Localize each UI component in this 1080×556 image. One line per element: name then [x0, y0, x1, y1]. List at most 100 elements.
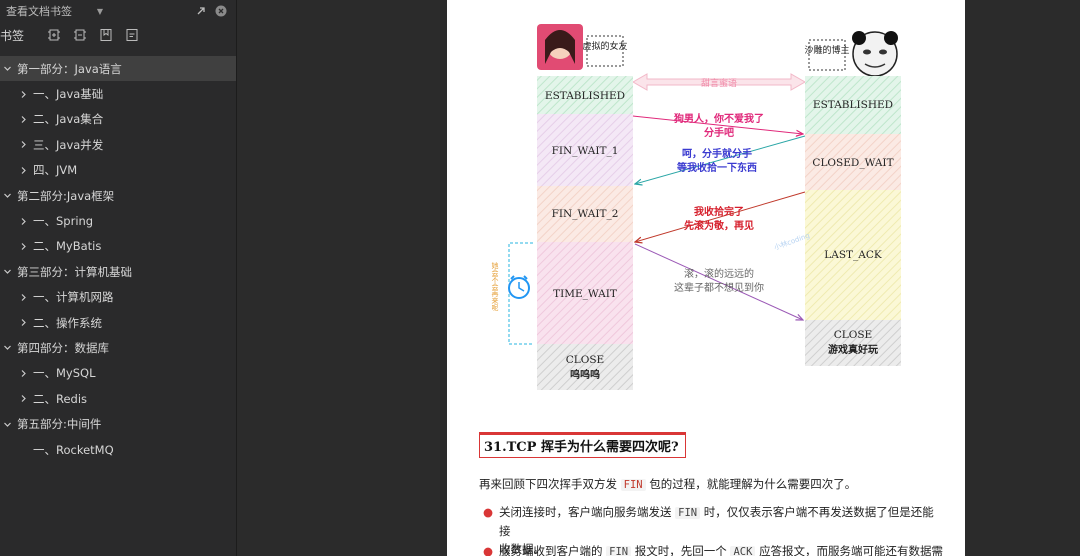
girlfriend-avatar: [537, 24, 583, 70]
bookmark-item[interactable]: 一、Java基础: [0, 81, 236, 106]
intro-text: 再来回顾下四次挥手双方发: [479, 477, 617, 491]
message-4-line2: 这辈子都不想见到你: [674, 281, 764, 294]
bookmark-item[interactable]: 一、RocketMQ: [0, 437, 236, 462]
bookmark-label: 第一部分：Java语言: [17, 61, 122, 76]
girlfriend-caption: 虚拟的女友: [582, 40, 627, 52]
bookmark-label: 第五部分:中间件: [17, 417, 102, 432]
bookmark-sidebar: 查看文档书签 ▼ 书签 第一部分：Java语言 一、Java基础 二、Java集…: [0, 0, 237, 556]
state-last-ack: LAST_ACK: [824, 249, 882, 261]
bookmark-item[interactable]: 第二部分:Java框架: [0, 183, 236, 208]
wait-note: 她会不会再来呢: [491, 261, 499, 312]
channel-arrow: 甜言蜜语: [631, 73, 807, 91]
state-close-right-note: 游戏真好玩: [828, 343, 878, 356]
bookmark-label: 二、操作系统: [33, 315, 102, 330]
bookmark-item[interactable]: 一、计算机网路: [0, 285, 236, 310]
message-2-line2: 等我收拾一下东西: [677, 161, 757, 174]
bookmark-label: 一、Spring: [33, 214, 94, 229]
intro-text: 包的过程，就能理解为什么需要四次了。: [649, 477, 857, 491]
state-fin-wait-2: FIN_WAIT_2: [552, 208, 619, 220]
bookmark-item[interactable]: 第四部分：数据库: [0, 335, 236, 360]
bookmark-label: 一、MySQL: [33, 366, 96, 381]
bookmark-item[interactable]: 二、MyBatis: [0, 234, 236, 259]
bullet-text: 报文时，先回一个: [634, 544, 727, 556]
section-heading: 31.TCP 挥手为什么需要四次呢?: [479, 432, 686, 458]
bullet-dot: ●: [483, 505, 494, 519]
state-close-left: CLOSE: [566, 354, 604, 366]
chevron-down-icon[interactable]: [2, 64, 12, 74]
chevron-right-icon[interactable]: [18, 89, 28, 99]
bullet-text: 关闭连接时，客户端向服务端发送: [499, 505, 672, 519]
bookmark-item[interactable]: 第三部分：计算机基础: [0, 259, 236, 284]
message-1-line2: 分手吧: [704, 126, 734, 139]
chevron-right-icon[interactable]: [18, 140, 28, 150]
message-3-line1: 我收拾完了: [694, 205, 744, 218]
time-wait-bracket: 她会不会再来呢: [491, 242, 533, 345]
message-4-line1: 滚，滚的远远的: [684, 267, 754, 280]
bookmark-label: 一、RocketMQ: [33, 442, 114, 457]
bookmark-item[interactable]: 二、Java集合: [0, 107, 236, 132]
chevron-right-icon[interactable]: [18, 165, 28, 175]
state-fin-wait-1: FIN_WAIT_1: [552, 145, 619, 157]
chevron-down-icon[interactable]: [2, 419, 12, 429]
chevron-down-icon[interactable]: ▼: [97, 7, 103, 16]
chevron-right-icon[interactable]: [18, 241, 28, 251]
bookmark-label: 第二部分:Java框架: [17, 188, 115, 203]
bookmark-item[interactable]: 第一部分：Java语言: [0, 56, 236, 82]
chevron-right-icon[interactable]: [18, 292, 28, 302]
collapse-all-icon[interactable]: [72, 27, 88, 43]
state-close-right: CLOSE: [834, 329, 872, 341]
bookmark-label: 第三部分：计算机基础: [17, 264, 132, 279]
bullet-text: 应答报文，而服务端可能还有数据需: [759, 544, 944, 556]
bullet-item: ● 服务端收到客户端的 FIN 报文时，先回一个 ACK 应答报文，而服务端可能…: [483, 542, 943, 556]
chevron-right-icon[interactable]: [18, 216, 28, 226]
bookmark-label: 一、Java基础: [33, 87, 104, 102]
bookmark-tree: 第一部分：Java语言 一、Java基础 二、Java集合 三、Java并发 四…: [0, 56, 236, 462]
right-state-column: ESTABLISHED CLOSED_WAIT LAST_ACK CLOSE 游…: [805, 76, 901, 366]
external-window-icon[interactable]: [194, 4, 208, 18]
bookmark-item[interactable]: 第五部分:中间件: [0, 411, 236, 436]
channel-label: 甜言蜜语: [701, 77, 737, 89]
chevron-down-icon[interactable]: [2, 267, 12, 277]
state-established-right: ESTABLISHED: [813, 99, 893, 111]
chevron-right-icon[interactable]: [18, 318, 28, 328]
left-state-column: ESTABLISHED FIN_WAIT_1 FIN_WAIT_2 TIME_W…: [537, 76, 633, 390]
bookmark-label: 四、JVM: [33, 163, 78, 178]
tcp-close-diagram: 虚拟的女友 沙雕的博主 甜言蜜语 ESTABLISHED FIN_WAIT_1: [491, 24, 901, 390]
bookmark-label: 第四部分：数据库: [17, 340, 109, 355]
close-circle-icon[interactable]: [214, 4, 228, 18]
bookmark-item[interactable]: 三、Java并发: [0, 132, 236, 157]
state-close-left-note: 呜呜呜: [570, 368, 600, 381]
chevron-right-icon[interactable]: [18, 394, 28, 404]
message-4: 滚，滚的远远的 这辈子都不想见到你: [634, 243, 803, 320]
intro-paragraph: 再来回顾下四次挥手双方发 FIN 包的过程，就能理解为什么需要四次了。: [479, 476, 856, 492]
chevron-right-icon[interactable]: [18, 368, 28, 378]
sidebar-title[interactable]: 查看文档书签: [6, 3, 91, 19]
bookmark-label: 二、Redis: [33, 391, 88, 406]
document-page: 虚拟的女友 沙雕的博主 甜言蜜语 ESTABLISHED FIN_WAIT_1: [447, 0, 965, 556]
message-3: 我收拾完了 先滚为敬，再见: [635, 191, 806, 242]
message-1-line1: 狗男人，你不爱我了: [674, 112, 764, 125]
bookmark-item[interactable]: 二、操作系统: [0, 310, 236, 335]
message-2: 呵，分手就分手 等我收拾一下东西: [635, 135, 806, 184]
bookmark-label: 二、Java集合: [33, 112, 104, 127]
edit-bookmark-icon[interactable]: [124, 27, 140, 43]
bookmark-item[interactable]: 二、Redis: [0, 386, 236, 411]
message-3-line2: 先滚为敬，再见: [684, 219, 754, 232]
bookmark-item[interactable]: 一、MySQL: [0, 361, 236, 386]
add-bookmark-icon[interactable]: [98, 27, 114, 43]
chevron-down-icon[interactable]: [2, 191, 12, 201]
blogger-caption: 沙雕的博主: [804, 44, 849, 56]
bullet-dot: ●: [483, 544, 494, 556]
state-established: ESTABLISHED: [545, 90, 625, 102]
expand-all-icon[interactable]: [46, 27, 62, 43]
chevron-down-icon[interactable]: [2, 343, 12, 353]
alarm-clock-icon: [508, 275, 530, 299]
inline-code: FIN: [675, 507, 701, 519]
inline-code: ACK: [730, 546, 756, 556]
bookmark-item[interactable]: 一、Spring: [0, 208, 236, 233]
chevron-right-icon[interactable]: [18, 114, 28, 124]
state-time-wait: TIME_WAIT: [553, 288, 617, 300]
bookmark-item[interactable]: 四、JVM: [0, 158, 236, 183]
inline-code: FIN: [620, 479, 646, 491]
bookmark-toolbar: 书签: [0, 22, 236, 48]
